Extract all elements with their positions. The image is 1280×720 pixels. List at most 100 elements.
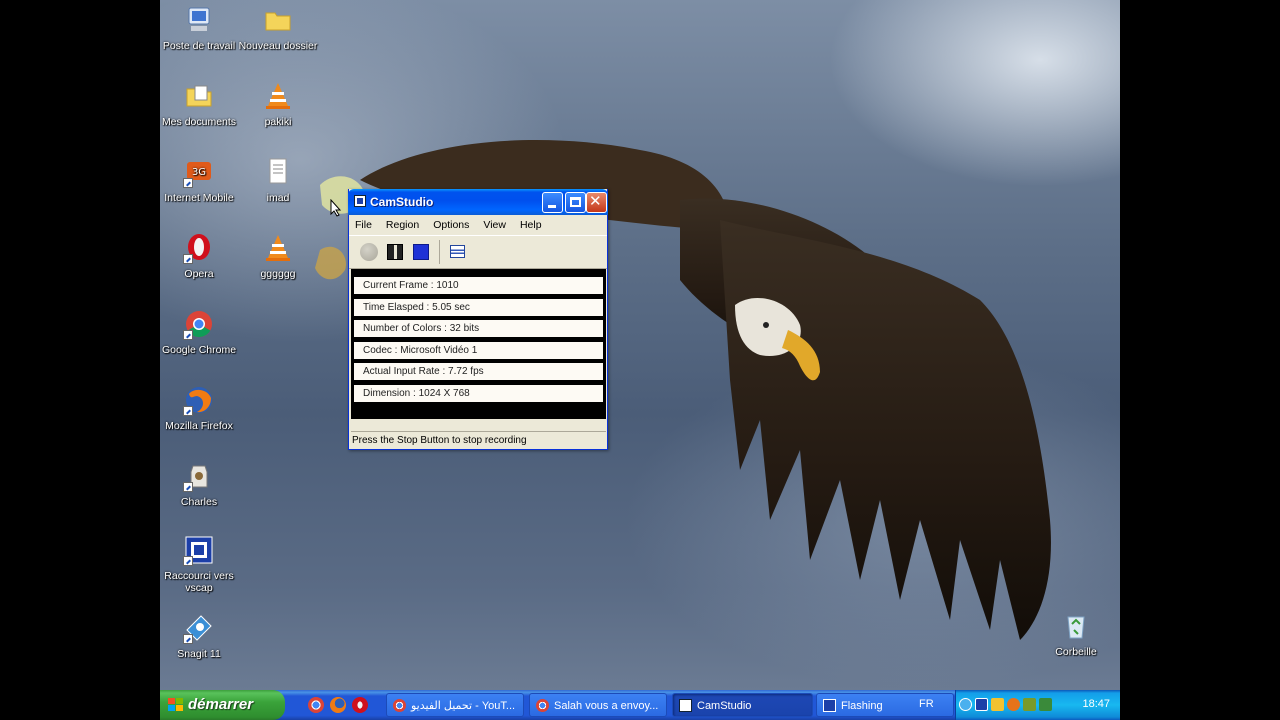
info-dimension: Dimension : 1024 X 768 [354, 384, 603, 402]
desktop-icon-charles[interactable]: Charles [160, 460, 241, 508]
tray-vscap-icon[interactable] [975, 698, 988, 711]
desktop-icon-mes-documents[interactable]: Mes documents [160, 80, 241, 128]
windows-logo-icon [168, 698, 183, 711]
desktop-icon-label: Nouveau dossier [238, 40, 318, 52]
clock[interactable]: 18:47 [1082, 698, 1110, 710]
pause-icon [387, 244, 403, 260]
tray-app-icon[interactable] [1023, 698, 1036, 711]
camstudio-toolbar [349, 235, 607, 269]
text-file-icon [262, 156, 294, 188]
tray-expand-icon[interactable] [959, 698, 972, 711]
computer-icon [183, 4, 215, 36]
camstudio-icon [679, 699, 692, 712]
desktop-icon-imad[interactable]: imad [236, 156, 320, 204]
desktop-icon-label: Snagit 11 [177, 648, 221, 660]
documents-folder-icon [183, 80, 215, 112]
minimize-button[interactable] [542, 192, 563, 213]
desktop-icon-pakiki[interactable]: pakiki [236, 80, 320, 128]
camstudio-window[interactable]: CamStudio ✕ File Region Options View Hel… [348, 189, 608, 450]
system-tray: FR 18:47 [919, 690, 1120, 720]
record-icon [360, 243, 378, 261]
autopan-icon [450, 245, 465, 258]
stop-icon [413, 244, 429, 260]
desktop-icon-snagit[interactable]: Snagit 11 [160, 612, 241, 660]
autopan-button[interactable] [448, 242, 468, 262]
language-indicator[interactable]: FR [919, 698, 934, 710]
maximize-icon [570, 197, 581, 207]
chrome-icon [393, 699, 406, 712]
desktop-icon-label: imad [266, 192, 290, 204]
task-camstudio[interactable]: CamStudio [672, 693, 813, 717]
svg-text:3G: 3G [192, 167, 206, 178]
desktop-icon-poste-de-travail[interactable]: Poste de travail [160, 4, 241, 52]
camstudio-titlebar[interactable]: CamStudio ✕ [348, 189, 608, 215]
toolbar-separator [439, 240, 440, 264]
info-input-rate: Actual Input Rate : 7.72 fps [354, 363, 603, 380]
internet-mobile-icon: 3G [183, 156, 215, 188]
vscap-icon [183, 534, 215, 566]
pause-button[interactable] [385, 242, 405, 262]
quicklaunch-firefox-icon[interactable] [330, 697, 346, 713]
mouse-cursor-icon [330, 199, 342, 217]
tray-network-icon[interactable] [1007, 698, 1020, 711]
desktop-icon-vscap[interactable]: Raccourci vers vscap [160, 534, 241, 594]
desktop-icon-nouveau-dossier[interactable]: Nouveau dossier [236, 4, 320, 52]
start-label: démarrer [188, 696, 254, 713]
taskbar: démarrer تحميل الفيديو - YouT... Salah v… [160, 690, 1120, 720]
opera-icon [183, 232, 215, 264]
task-salah-message[interactable]: Salah vous a envoy... [529, 693, 667, 717]
recording-info-panel: Current Frame : 1010 Time Elasped : 5.05… [351, 269, 606, 419]
desktop-icon-label: pakiki [264, 116, 292, 128]
camstudio-icon [354, 195, 366, 207]
desktop-icon-google-chrome[interactable]: Google Chrome [160, 308, 241, 356]
record-button[interactable] [359, 242, 379, 262]
desktop-icon-label: Internet Mobile [164, 192, 234, 204]
task-label: تحميل الفيديو - YouT... [411, 700, 516, 712]
menu-file[interactable]: File [355, 219, 372, 231]
info-number-of-colors: Number of Colors : 32 bits [354, 320, 603, 337]
maximize-button[interactable] [565, 192, 586, 213]
menu-view[interactable]: View [483, 219, 506, 231]
desktop-icon-label: Poste de travail [162, 40, 236, 52]
desktop-icon-opera[interactable]: Opera [160, 232, 241, 280]
quicklaunch-chrome-icon[interactable] [308, 697, 324, 713]
desktop-icon-label: Google Chrome [161, 344, 237, 356]
firefox-icon [183, 384, 215, 416]
desktop-icon-corbeille[interactable]: Corbeille [1034, 610, 1118, 658]
menu-region[interactable]: Region [386, 219, 419, 231]
vscap-icon [823, 699, 836, 712]
quicklaunch-opera-icon[interactable] [352, 697, 368, 713]
menu-options[interactable]: Options [433, 219, 469, 231]
menu-help[interactable]: Help [520, 219, 542, 231]
info-current-frame: Current Frame : 1010 [354, 277, 603, 294]
desktop-icon-mozilla-firefox[interactable]: Mozilla Firefox [160, 384, 241, 432]
task-youtube-download[interactable]: تحميل الفيديو - YouT... [386, 693, 524, 717]
recycle-bin-icon [1060, 610, 1092, 642]
tray-update-icon[interactable] [1039, 698, 1052, 711]
snagit-icon [183, 612, 215, 644]
vlc-icon [262, 80, 294, 112]
info-time-elapsed: Time Elasped : 5.05 sec [354, 298, 603, 316]
desktop-icon-label: gggggg [260, 268, 296, 280]
task-label: Salah vous a envoy... [554, 700, 659, 712]
chrome-icon [536, 699, 549, 712]
window-title: CamStudio [370, 195, 434, 209]
vlc-icon [262, 232, 294, 264]
minimize-icon [548, 205, 556, 208]
info-codec: Codec : Microsoft Vidéo 1 [354, 341, 603, 359]
close-icon: ✕ [589, 193, 602, 210]
close-button[interactable]: ✕ [586, 192, 607, 213]
status-bar: Press the Stop Button to stop recording [351, 431, 606, 448]
stop-button[interactable] [411, 242, 431, 262]
desktop-icon-label: Corbeille [1055, 646, 1097, 658]
desktop-icon-internet-mobile[interactable]: 3G Internet Mobile [160, 156, 241, 204]
tray-security-shield-icon[interactable] [991, 698, 1004, 711]
start-button[interactable]: démarrer [160, 690, 285, 720]
task-label: Flashing [841, 700, 883, 712]
desktop-icon-label: Charles [180, 496, 218, 508]
task-label: CamStudio [697, 700, 752, 712]
desktop-icon-label: Mozilla Firefox [165, 420, 233, 432]
desktop-icon-gggggg[interactable]: gggggg [236, 232, 320, 280]
charles-icon [183, 460, 215, 492]
folder-icon [262, 4, 294, 36]
